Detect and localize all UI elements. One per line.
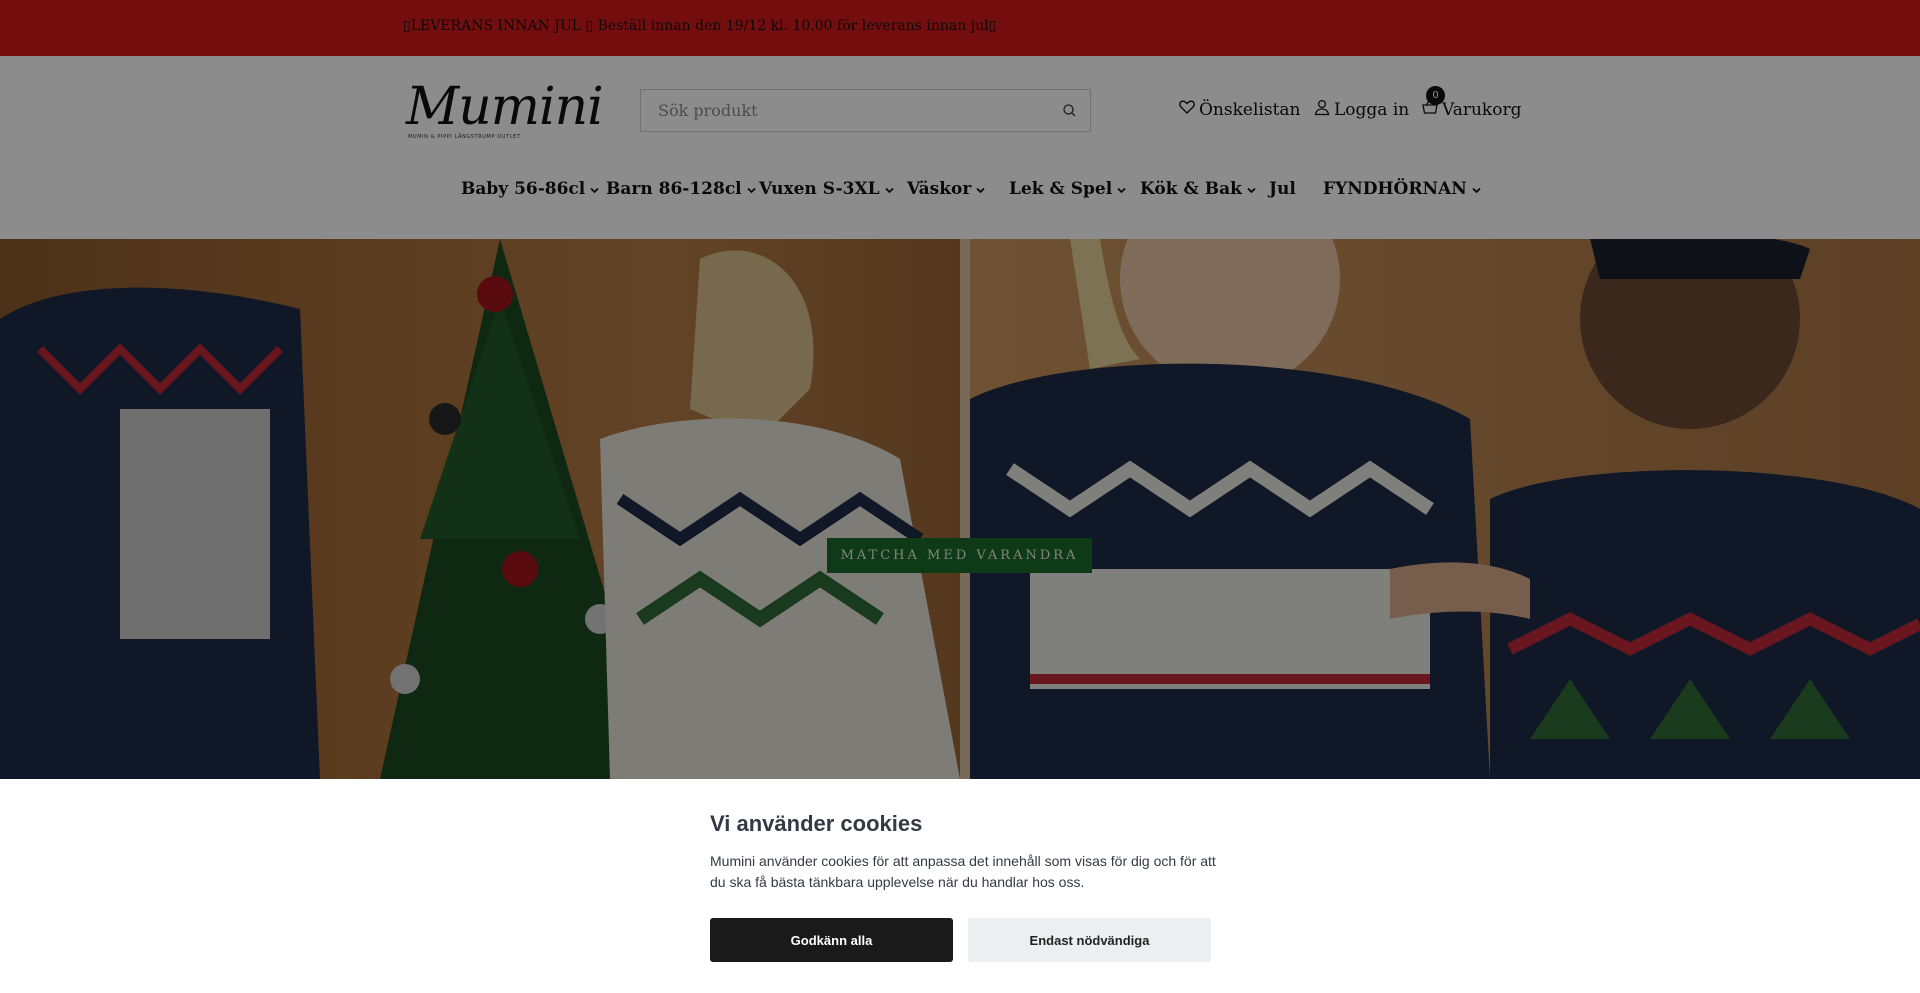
nav-item-label: Väskor <box>907 179 972 199</box>
chevron-down-icon <box>1247 179 1256 199</box>
cart-count-badge: 0 <box>1426 86 1445 105</box>
accept-all-button[interactable]: Godkänn alla <box>710 918 953 962</box>
cart-label: Varukorg <box>1442 99 1522 120</box>
site-header: Mumini MUMIN & PIPPI LÅNGSTRUMP OUTLET Ö… <box>0 56 1920 239</box>
nav-item-label: Baby 56-86cl <box>461 179 586 199</box>
login-link[interactable]: Logga in <box>1313 98 1409 121</box>
nav-item-baby[interactable]: Baby 56-86cl <box>461 179 599 199</box>
nav-item-vuxen[interactable]: Vuxen S-3XL <box>759 179 894 199</box>
nav-item-label: Vuxen S-3XL <box>759 179 880 199</box>
cookie-banner: Vi använder cookies Mumini använder cook… <box>0 779 1920 993</box>
chevron-down-icon <box>590 179 599 199</box>
nav-item-lek-spel[interactable]: Lek & Spel <box>1009 179 1126 199</box>
nav-item-jul[interactable]: Jul <box>1269 179 1296 199</box>
logo[interactable]: Mumini MUMIN & PIPPI LÅNGSTRUMP OUTLET <box>406 78 604 144</box>
login-label: Logga in <box>1334 99 1410 120</box>
chevron-down-icon <box>976 179 985 199</box>
nav-item-barn[interactable]: Barn 86-128cl <box>606 179 756 199</box>
announcement-bar: ▯LEVERANS INNAN JUL ▯ Beställ innan den … <box>0 0 1920 56</box>
wishlist-link[interactable]: Önskelistan <box>1178 98 1301 121</box>
nav-item-label: Barn 86-128cl <box>606 179 742 199</box>
main-nav: Baby 56-86cl Barn 86-128cl Vuxen S-3XL V… <box>0 179 1920 213</box>
nav-item-label: Lek & Spel <box>1009 179 1113 199</box>
chevron-down-icon <box>747 179 756 199</box>
cookie-text: Mumini använder cookies för att anpassa … <box>710 853 1216 890</box>
hero-image-left <box>0 239 960 779</box>
nav-item-label: Kök & Bak <box>1140 179 1242 199</box>
search-input[interactable] <box>641 90 1041 131</box>
hero-image-right <box>970 239 1920 779</box>
heart-icon <box>1178 98 1199 121</box>
hero-cta-button[interactable]: MATCHA MED VARANDRA <box>827 538 1092 573</box>
hero-divider <box>960 239 970 779</box>
logo-tagline: MUMIN & PIPPI LÅNGSTRUMP OUTLET <box>408 134 521 140</box>
nav-item-kok-bak[interactable]: Kök & Bak <box>1140 179 1256 199</box>
search-icon[interactable] <box>1060 101 1080 121</box>
cookie-title: Vi använder cookies <box>710 811 923 836</box>
nav-item-fyndhornan[interactable]: FYNDHÖRNAN <box>1323 179 1481 199</box>
wishlist-label: Önskelistan <box>1199 99 1301 120</box>
user-icon <box>1313 98 1334 121</box>
hero-banner: MATCHA MED VARANDRA <box>0 239 1920 779</box>
search-box <box>640 89 1091 132</box>
logo-wordmark: Mumini <box>406 77 604 137</box>
nav-item-vaskor[interactable]: Väskor <box>907 179 985 199</box>
nav-item-label: FYNDHÖRNAN <box>1323 179 1467 199</box>
announcement-text: ▯LEVERANS INNAN JUL ▯ Beställ innan den … <box>403 18 997 34</box>
chevron-down-icon <box>1117 179 1126 199</box>
nav-item-label: Jul <box>1269 179 1296 199</box>
necessary-only-button[interactable]: Endast nödvändiga <box>968 918 1211 962</box>
chevron-down-icon <box>1472 179 1481 199</box>
chevron-down-icon <box>884 179 894 199</box>
